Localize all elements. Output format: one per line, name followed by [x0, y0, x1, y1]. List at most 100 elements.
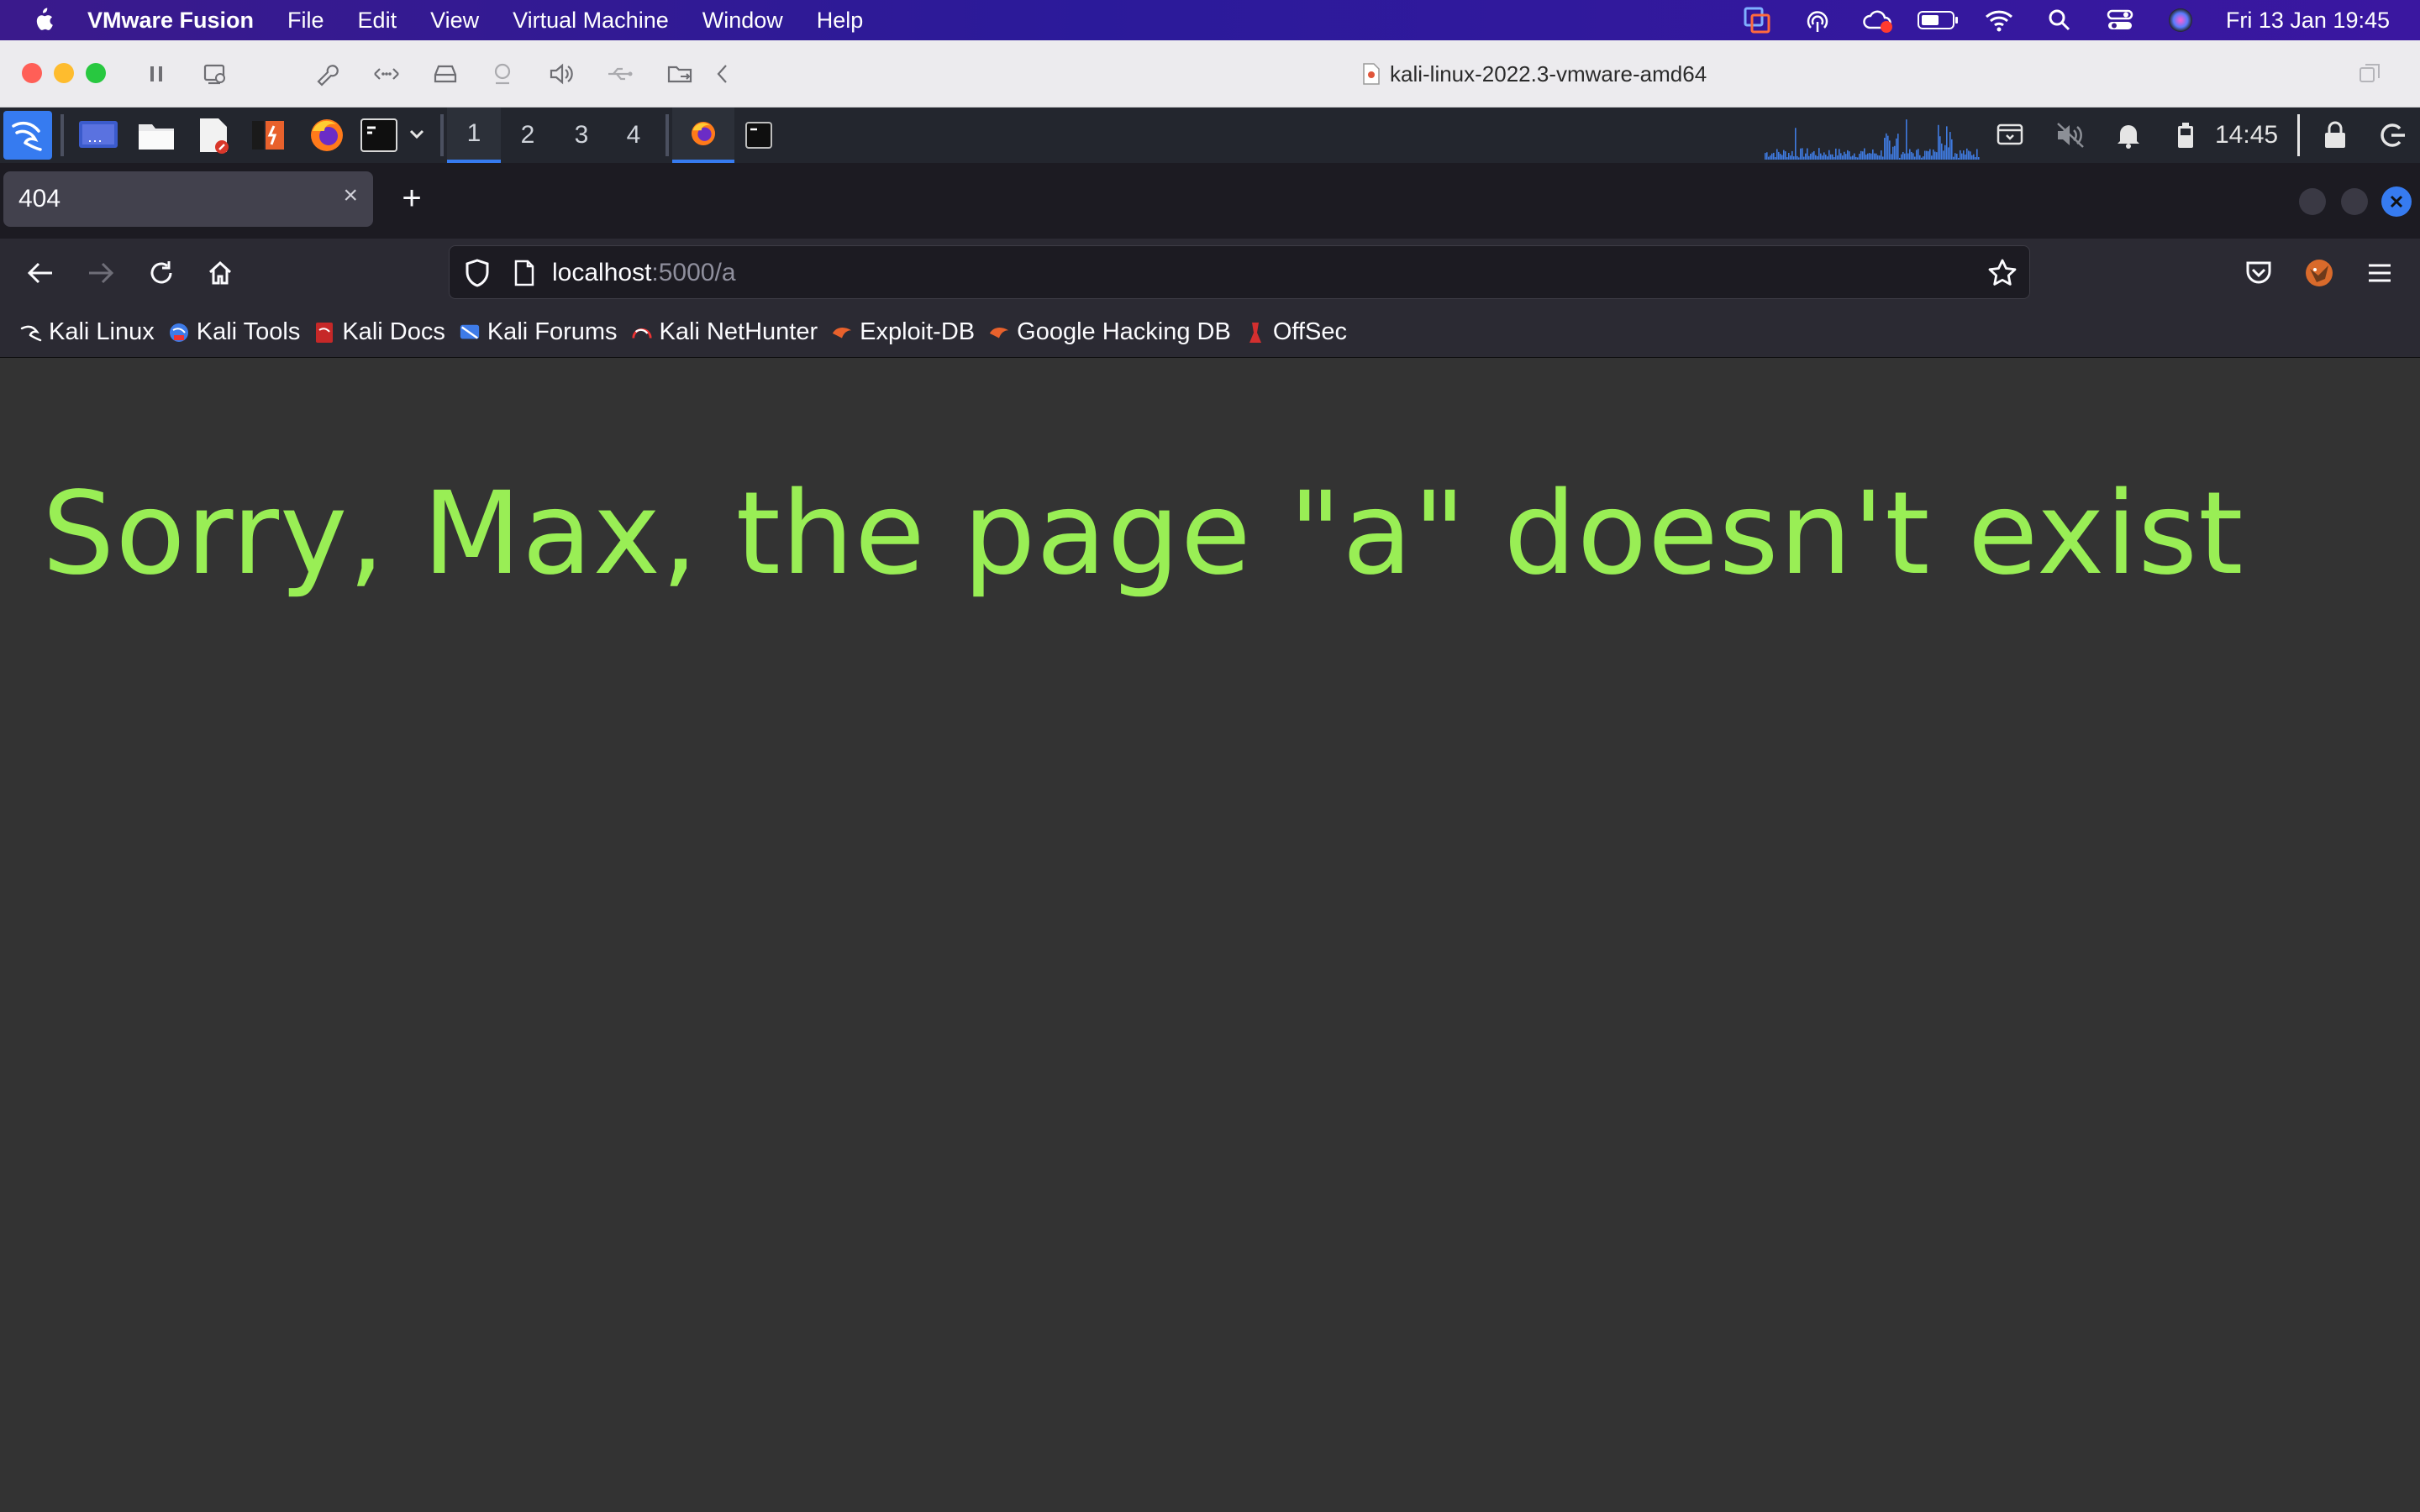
menu-bar-clock[interactable]: Fri 13 Jan 19:45	[2211, 8, 2420, 34]
menu-view[interactable]: View	[413, 0, 496, 40]
creative-cloud-icon[interactable]	[1848, 0, 1908, 40]
net-activity-bar	[1926, 150, 1928, 160]
app-name[interactable]: VMware Fusion	[71, 0, 271, 40]
net-activity-bar	[1954, 153, 1956, 160]
wifi-icon[interactable]	[1969, 0, 2029, 40]
volume-muted-icon[interactable]	[2055, 121, 2086, 150]
net-activity-bar	[1798, 157, 1800, 160]
close-browser-button[interactable]	[2381, 186, 2412, 217]
chevron-down-icon[interactable]	[407, 124, 427, 144]
show-desktop-icon[interactable]	[77, 118, 119, 153]
net-activity-bar	[1855, 156, 1857, 160]
menu-window[interactable]: Window	[686, 0, 800, 40]
menu-help[interactable]: Help	[800, 0, 881, 40]
page-info-icon[interactable]	[513, 260, 535, 286]
home-icon[interactable]	[200, 253, 240, 293]
net-activity-bar	[1874, 153, 1876, 160]
bookmark-google-hacking-db[interactable]: Google Hacking DB	[985, 307, 1241, 358]
minimize-window-button[interactable]	[54, 63, 74, 83]
search-icon[interactable]	[2029, 0, 2090, 40]
terminal-launcher-icon[interactable]	[360, 118, 398, 153]
minimize-browser-button[interactable]	[2299, 188, 2326, 215]
maximize-browser-button[interactable]	[2341, 188, 2368, 215]
net-activity-bar	[1827, 156, 1828, 160]
chevron-left-icon[interactable]	[708, 59, 738, 89]
notifications-bell-icon[interactable]	[2116, 121, 2141, 150]
firefox-launcher-icon[interactable]	[308, 116, 346, 155]
net-activity-bar	[1859, 154, 1860, 160]
browser-tab-active[interactable]: 404 ×	[3, 171, 373, 227]
shared-folder-icon[interactable]	[666, 59, 696, 89]
bookmark-label: Kali Docs	[342, 318, 445, 345]
menu-virtual-machine[interactable]: Virtual Machine	[496, 0, 686, 40]
battery-icon[interactable]	[1908, 0, 1969, 40]
bookmark-kali-docs[interactable]: Kali Docs	[310, 307, 455, 358]
workspace-1[interactable]: 1	[447, 108, 501, 163]
hard-disk-icon[interactable]	[430, 59, 460, 89]
net-activity-bar	[1780, 154, 1781, 160]
sound-icon[interactable]	[546, 59, 576, 89]
shield-icon[interactable]	[463, 258, 492, 288]
net-activity-bar	[1975, 157, 1976, 160]
net-activity-bar	[1886, 133, 1887, 160]
menu-edit[interactable]: Edit	[341, 0, 414, 40]
network-icon[interactable]	[371, 59, 402, 89]
airdrop-icon[interactable]	[1787, 0, 1848, 40]
lock-screen-icon[interactable]	[2323, 121, 2348, 150]
maximize-window-button[interactable]	[86, 63, 106, 83]
bookmark-kali-linux[interactable]: Kali Linux	[17, 307, 165, 358]
net-activity-bar	[1923, 156, 1924, 160]
pocket-icon[interactable]	[2238, 253, 2279, 293]
net-activity-bar	[1919, 155, 1921, 160]
usb-icon[interactable]	[605, 59, 635, 89]
bookmark-offsec[interactable]: OffSec	[1241, 307, 1357, 358]
net-activity-bar	[1768, 156, 1770, 160]
apple-icon[interactable]	[0, 7, 71, 34]
workspace-3[interactable]: 3	[555, 108, 608, 163]
taskbar-terminal-window[interactable]	[744, 121, 773, 150]
workspace-2[interactable]: 2	[501, 108, 555, 163]
url-bar[interactable]: localhost:5000/a	[449, 245, 2030, 299]
screenshot-icon[interactable]	[1996, 123, 2023, 148]
kali-menu-icon[interactable]	[3, 111, 52, 160]
net-activity-bar	[1924, 150, 1926, 160]
siri-icon[interactable]	[2150, 0, 2211, 40]
reload-icon[interactable]	[141, 253, 182, 293]
bookmark-kali-tools[interactable]: Kali Tools	[165, 307, 311, 358]
power-battery-icon[interactable]	[2176, 121, 2195, 150]
pause-icon[interactable]	[141, 59, 171, 89]
bookmark-label: Kali NetHunter	[659, 318, 818, 345]
extension-fox-icon[interactable]	[2299, 253, 2339, 293]
hamburger-menu-icon[interactable]	[2360, 253, 2400, 293]
tab-close-icon[interactable]: ×	[343, 181, 358, 210]
settings-wrench-icon[interactable]	[311, 59, 341, 89]
macos-menu-bar: VMware Fusion File Edit View Virtual Mac…	[0, 0, 2420, 40]
close-window-button[interactable]	[22, 63, 42, 83]
url-text[interactable]: localhost:5000/a	[552, 246, 736, 300]
burpsuite-icon[interactable]	[249, 116, 287, 155]
bookmark-star-icon[interactable]	[1987, 258, 2018, 288]
vmware-icon[interactable]	[1727, 0, 1787, 40]
new-tab-button[interactable]: +	[393, 180, 430, 217]
logout-icon[interactable]	[2378, 121, 2407, 150]
net-activity-bar	[1921, 157, 1923, 160]
unity-view-icon[interactable]	[2354, 59, 2385, 89]
panel-clock[interactable]: 14:45	[2215, 108, 2278, 163]
forward-arrow-icon[interactable]	[81, 253, 121, 293]
camera-icon[interactable]	[487, 59, 518, 89]
snapshot-icon[interactable]	[200, 59, 230, 89]
nethunter-icon	[631, 322, 653, 344]
bookmark-kali-nethunter[interactable]: Kali NetHunter	[628, 307, 829, 358]
bookmark-exploit-db[interactable]: Exploit-DB	[828, 307, 985, 358]
menu-file[interactable]: File	[271, 0, 341, 40]
net-activity-bar	[1891, 154, 1892, 160]
net-activity-bar	[1845, 154, 1847, 160]
workspace-4[interactable]: 4	[607, 108, 660, 163]
taskbar-firefox-window[interactable]	[672, 108, 734, 163]
control-center-icon[interactable]	[2090, 0, 2150, 40]
net-activity-bar	[1916, 150, 1918, 160]
file-manager-icon[interactable]	[136, 118, 176, 153]
text-editor-icon[interactable]	[195, 116, 232, 155]
back-arrow-icon[interactable]	[20, 253, 60, 293]
bookmark-kali-forums[interactable]: Kali Forums	[455, 307, 628, 358]
